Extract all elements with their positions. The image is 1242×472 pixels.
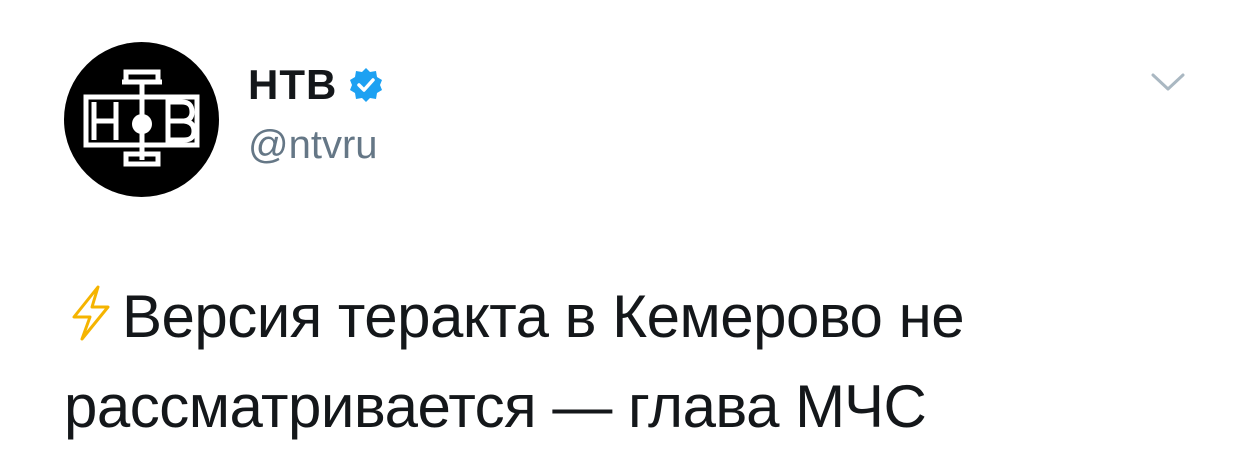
ntv-logo-icon xyxy=(83,69,200,167)
display-name[interactable]: НТВ xyxy=(248,60,337,110)
tweet-text: Версия теракта в Кемерово не рассматрива… xyxy=(64,272,1194,452)
lightning-icon xyxy=(72,285,110,341)
tweet-body: Версия теракта в Кемерово не рассматрива… xyxy=(64,283,965,440)
avatar[interactable] xyxy=(64,42,219,197)
tweet-card: НТВ @ntvru Версия теракта в Кемерово не … xyxy=(0,0,1242,472)
chevron-down-icon[interactable] xyxy=(1150,70,1186,94)
handle[interactable]: @ntvru xyxy=(248,120,378,170)
name-row: НТВ xyxy=(248,60,385,110)
verified-badge-icon xyxy=(350,68,383,102)
